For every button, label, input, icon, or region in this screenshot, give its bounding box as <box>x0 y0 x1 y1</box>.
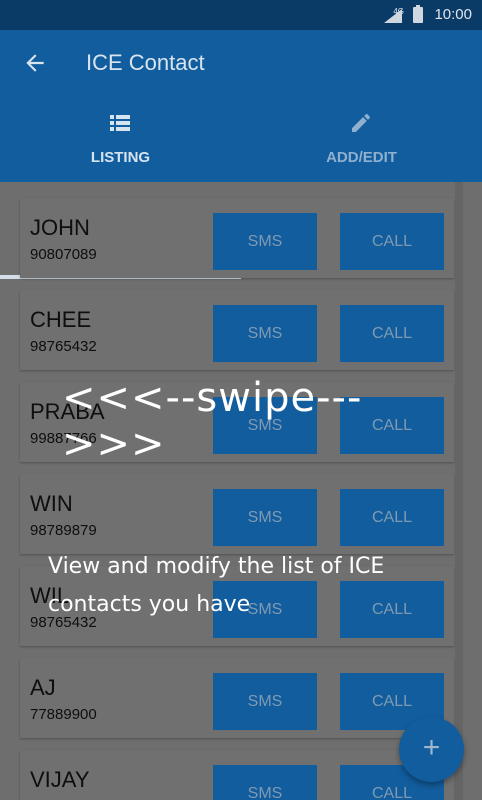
contact-card[interactable]: CHEE 98765432 SMS CALL <box>20 290 454 370</box>
contact-card[interactable]: VIJAY 98765432 SMS CALL <box>20 750 454 800</box>
contact-card[interactable]: AJ 77889900 SMS CALL <box>20 658 454 738</box>
sms-button[interactable]: SMS <box>213 213 317 270</box>
swipe-hint: <<<--swipe--->>> <box>62 375 363 467</box>
status-time: 10:00 <box>434 6 472 23</box>
pencil-icon <box>352 114 370 132</box>
sms-button[interactable]: SMS <box>213 673 317 730</box>
contact-number: 90807089 <box>30 246 97 263</box>
call-button[interactable]: CALL <box>340 305 444 362</box>
contact-name: VIJAY <box>30 767 90 792</box>
tab-add-edit-label: ADD/EDIT <box>326 149 397 166</box>
signal-icon <box>384 9 402 23</box>
call-button[interactable]: CALL <box>340 489 444 546</box>
list-icon <box>110 115 130 131</box>
app-bar: ICE Contact <box>0 30 482 98</box>
page-title: ICE Contact <box>86 50 205 75</box>
tab-listing[interactable]: LISTING <box>0 98 241 182</box>
contact-card[interactable]: JOHN 90807089 SMS CALL <box>20 198 454 278</box>
contact-number: 98765432 <box>30 338 97 355</box>
tab-listing-label: LISTING <box>90 149 151 166</box>
plus-icon: + <box>422 731 441 764</box>
battery-icon <box>413 5 423 23</box>
sms-button[interactable]: SMS <box>213 305 317 362</box>
contact-name: WIN <box>30 491 73 516</box>
contact-name: CHEE <box>30 307 92 332</box>
contact-card[interactable]: WIN 98789879 SMS CALL <box>20 474 454 554</box>
contact-list[interactable]: JOHN 90807089 SMS CALL CHEE 98765432 SMS… <box>0 182 482 800</box>
sms-button[interactable]: SMS <box>213 489 317 546</box>
status-bar: 4G 10:00 <box>0 0 482 30</box>
contact-name: JOHN <box>30 215 90 240</box>
call-button[interactable]: CALL <box>340 213 444 270</box>
sms-button[interactable]: SMS <box>213 765 317 800</box>
contact-number: 98789879 <box>30 522 97 539</box>
tab-bar: LISTING ADD/EDIT <box>0 98 482 279</box>
contact-name: AJ <box>30 675 56 700</box>
contact-number: 77889900 <box>30 706 97 723</box>
add-contact-button[interactable]: + <box>399 717 464 782</box>
tutorial-hint: View and modify the list of ICE contacts… <box>48 554 385 617</box>
tab-add-edit[interactable]: ADD/EDIT <box>241 98 482 182</box>
list-edge <box>455 182 463 800</box>
arrow-left-icon[interactable] <box>22 50 48 76</box>
